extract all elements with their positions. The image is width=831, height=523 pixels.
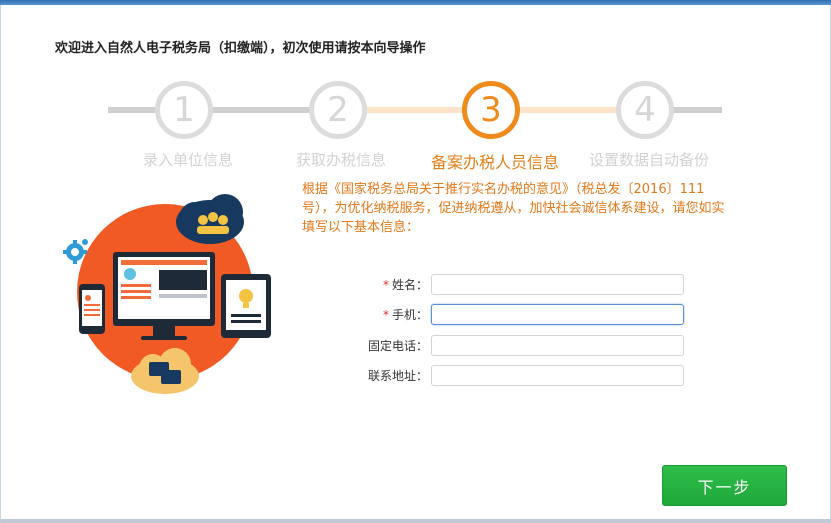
- form-row-phone: * 手机：: [330, 304, 690, 326]
- step-3-label: 备案办税人员信息: [430, 153, 559, 172]
- step-4-label: 设置数据自动备份: [588, 151, 709, 169]
- step-2-label: 获取办税信息: [295, 151, 386, 169]
- address-label: 联系地址：: [367, 369, 428, 383]
- form-row-name: * 姓名：: [330, 274, 690, 296]
- step-1-label: 录入单位信息: [142, 151, 233, 169]
- step-3-circle: 3: [462, 81, 520, 139]
- phone-device-icon: [79, 284, 105, 334]
- step-track-segment: [510, 107, 630, 113]
- form-row-landline: 固定电话：: [330, 335, 690, 357]
- step-track-segment: [200, 107, 320, 113]
- wizard-stepper: 1 2 3 4 录入单位信息 获取办税信息 备案办税人员信息 设置数据自动备份: [0, 0, 831, 180]
- landline-input[interactable]: [431, 335, 684, 356]
- step-1-circle: 1: [155, 81, 213, 139]
- devices-illustration: [55, 190, 285, 400]
- next-step-button[interactable]: 下一步: [662, 465, 787, 506]
- phone-label: * 手机：: [382, 308, 428, 322]
- landline-label: 固定电话：: [367, 339, 428, 353]
- step-2-circle: 2: [309, 81, 367, 139]
- name-input[interactable]: [431, 274, 684, 295]
- address-input[interactable]: [431, 365, 684, 386]
- step-4-circle: 4: [616, 81, 674, 139]
- users-cloud-icon: [176, 194, 244, 244]
- phone-input[interactable]: [431, 304, 684, 325]
- tablet-lightbulb-icon: [221, 274, 271, 338]
- form-row-address: 联系地址：: [330, 365, 690, 387]
- name-label: * 姓名：: [382, 278, 428, 292]
- real-name-notice: 根据《国家税务总局关于推行实名办税的意见》（税总发〔2016〕111号），为优化…: [302, 182, 725, 235]
